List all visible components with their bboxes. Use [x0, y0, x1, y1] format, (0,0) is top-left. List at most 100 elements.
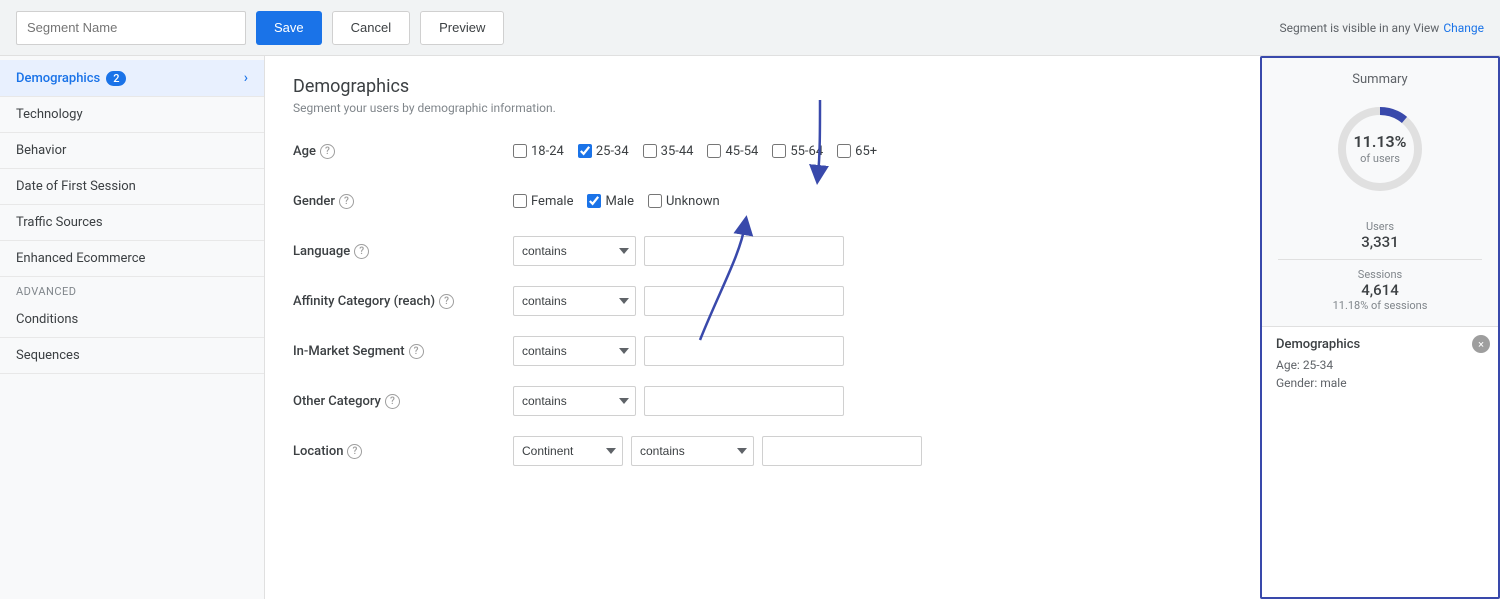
preview-button[interactable]: Preview: [420, 11, 504, 45]
sidebar-item-technology[interactable]: Technology: [0, 97, 264, 133]
age-checkbox-45-54[interactable]: [707, 144, 721, 158]
in-market-help-icon[interactable]: ?: [409, 344, 424, 359]
age-option-55-64[interactable]: 55-64: [772, 144, 823, 159]
in-market-controls: contains does not contain exactly matche…: [513, 336, 844, 366]
location-controls: Continent Country Region City contains d…: [513, 436, 922, 466]
visibility-text: Segment is visible in any View: [1279, 21, 1439, 35]
advanced-section-label: Advanced: [0, 277, 264, 302]
affinity-help-icon[interactable]: ?: [439, 294, 454, 309]
affinity-input[interactable]: [644, 286, 844, 316]
other-category-input[interactable]: [644, 386, 844, 416]
users-label: Users: [1361, 220, 1398, 233]
cancel-button[interactable]: Cancel: [332, 11, 410, 45]
sidebar-item-traffic-sources[interactable]: Traffic Sources: [0, 205, 264, 241]
age-checkbox-35-44[interactable]: [643, 144, 657, 158]
sidebar-item-sequences[interactable]: Sequences: [0, 338, 264, 374]
condition-line-2: Gender: male: [1276, 374, 1484, 392]
content-subtitle: Segment your users by demographic inform…: [293, 101, 1232, 115]
age-option-65plus[interactable]: 65+: [837, 144, 877, 159]
age-checkboxes: 18-24 25-34 35-44 45-54 55-64 65+: [513, 144, 877, 159]
conditions-title: Demographics: [1276, 337, 1484, 352]
age-option-35-44[interactable]: 35-44: [643, 144, 694, 159]
chevron-icon: ›: [244, 70, 248, 86]
sidebar-item-behavior[interactable]: Behavior: [0, 133, 264, 169]
sessions-value: 4,614: [1333, 281, 1428, 299]
in-market-input[interactable]: [644, 336, 844, 366]
other-category-help-icon[interactable]: ?: [385, 394, 400, 409]
other-category-controls: contains does not contain exactly matche…: [513, 386, 844, 416]
segment-name-input[interactable]: [16, 11, 246, 45]
condition-line-1: Age: 25-34: [1276, 356, 1484, 374]
users-value: 3,331: [1361, 233, 1398, 251]
language-input[interactable]: [644, 236, 844, 266]
location-label: Location ?: [293, 444, 513, 459]
sidebar: Demographics 2 › Technology Behavior Dat…: [0, 56, 265, 599]
sessions-label: Sessions: [1333, 268, 1428, 281]
other-category-label: Other Category ?: [293, 394, 513, 409]
gender-checkboxes: Female Male Unknown: [513, 194, 720, 209]
badge-demographics: 2: [106, 71, 126, 86]
affinity-row: Affinity Category (reach) ? contains doe…: [293, 285, 1232, 317]
in-market-dropdown[interactable]: contains does not contain exactly matche…: [513, 336, 636, 366]
change-link[interactable]: Change: [1443, 21, 1484, 35]
language-row: Language ? contains does not contain exa…: [293, 235, 1232, 267]
age-help-icon[interactable]: ?: [320, 144, 335, 159]
gender-checkbox-male[interactable]: [587, 194, 601, 208]
summary-panel: Summary 11.13% of users Users 3,331: [1260, 56, 1500, 599]
age-label: Age ?: [293, 144, 513, 159]
donut-center: 11.13% of users: [1354, 132, 1407, 166]
gender-option-female[interactable]: Female: [513, 194, 573, 209]
sessions-sub: 11.18% of sessions: [1333, 299, 1428, 312]
affinity-label: Affinity Category (reach) ?: [293, 294, 513, 309]
sidebar-item-date-of-first-session[interactable]: Date of First Session: [0, 169, 264, 205]
location-row: Location ? Continent Country Region City…: [293, 435, 1232, 467]
content-area: Demographics Segment your users by demog…: [265, 56, 1260, 599]
top-bar: Save Cancel Preview Segment is visible i…: [0, 0, 1500, 56]
sidebar-label-traffic-sources: Traffic Sources: [16, 215, 103, 230]
donut-percent: 11.13%: [1354, 132, 1407, 151]
location-help-icon[interactable]: ?: [347, 444, 362, 459]
summary-title: Summary: [1352, 72, 1407, 87]
summary-top: Summary 11.13% of users Users 3,331: [1262, 58, 1498, 326]
gender-option-male[interactable]: Male: [587, 194, 633, 209]
age-checkbox-55-64[interactable]: [772, 144, 786, 158]
gender-checkbox-unknown[interactable]: [648, 194, 662, 208]
sidebar-item-enhanced-ecommerce[interactable]: Enhanced Ecommerce: [0, 241, 264, 277]
age-checkbox-25-34[interactable]: [578, 144, 592, 158]
gender-option-unknown[interactable]: Unknown: [648, 194, 720, 209]
language-dropdown[interactable]: contains does not contain exactly matche…: [513, 236, 636, 266]
sidebar-label-behavior: Behavior: [16, 143, 66, 158]
other-category-dropdown[interactable]: contains does not contain exactly matche…: [513, 386, 636, 416]
donut-label: of users: [1360, 152, 1400, 165]
sidebar-item-conditions[interactable]: Conditions: [0, 302, 264, 338]
location-dropdown1[interactable]: Continent Country Region City: [513, 436, 623, 466]
in-market-row: In-Market Segment ? contains does not co…: [293, 335, 1232, 367]
main-layout: Demographics 2 › Technology Behavior Dat…: [0, 56, 1500, 599]
language-help-icon[interactable]: ?: [354, 244, 369, 259]
sidebar-label-date-of-first-session: Date of First Session: [16, 179, 136, 194]
summary-conditions: × Demographics Age: 25-34 Gender: male: [1262, 326, 1498, 597]
gender-label: Gender ?: [293, 194, 513, 209]
location-dropdown2[interactable]: contains does not contain exactly matche…: [631, 436, 754, 466]
location-input[interactable]: [762, 436, 922, 466]
users-stat: Users 3,331: [1361, 216, 1398, 255]
affinity-controls: contains does not contain exactly matche…: [513, 286, 844, 316]
sidebar-label-enhanced-ecommerce: Enhanced Ecommerce: [16, 251, 145, 266]
save-button[interactable]: Save: [256, 11, 322, 45]
sidebar-label-conditions: Conditions: [16, 312, 78, 327]
age-checkbox-65plus[interactable]: [837, 144, 851, 158]
sidebar-label-sequences: Sequences: [16, 348, 80, 363]
sidebar-item-demographics[interactable]: Demographics 2 ›: [0, 60, 264, 97]
affinity-dropdown[interactable]: contains does not contain exactly matche…: [513, 286, 636, 316]
gender-help-icon[interactable]: ?: [339, 194, 354, 209]
age-checkbox-18-24[interactable]: [513, 144, 527, 158]
age-option-25-34[interactable]: 25-34: [578, 144, 629, 159]
close-button[interactable]: ×: [1472, 335, 1490, 353]
gender-row: Gender ? Female Male Unknown: [293, 185, 1232, 217]
age-option-18-24[interactable]: 18-24: [513, 144, 564, 159]
age-option-45-54[interactable]: 45-54: [707, 144, 758, 159]
in-market-label: In-Market Segment ?: [293, 344, 513, 359]
language-label: Language ?: [293, 244, 513, 259]
gender-checkbox-female[interactable]: [513, 194, 527, 208]
age-row: Age ? 18-24 25-34 35-44 45-54 55-64: [293, 135, 1232, 167]
